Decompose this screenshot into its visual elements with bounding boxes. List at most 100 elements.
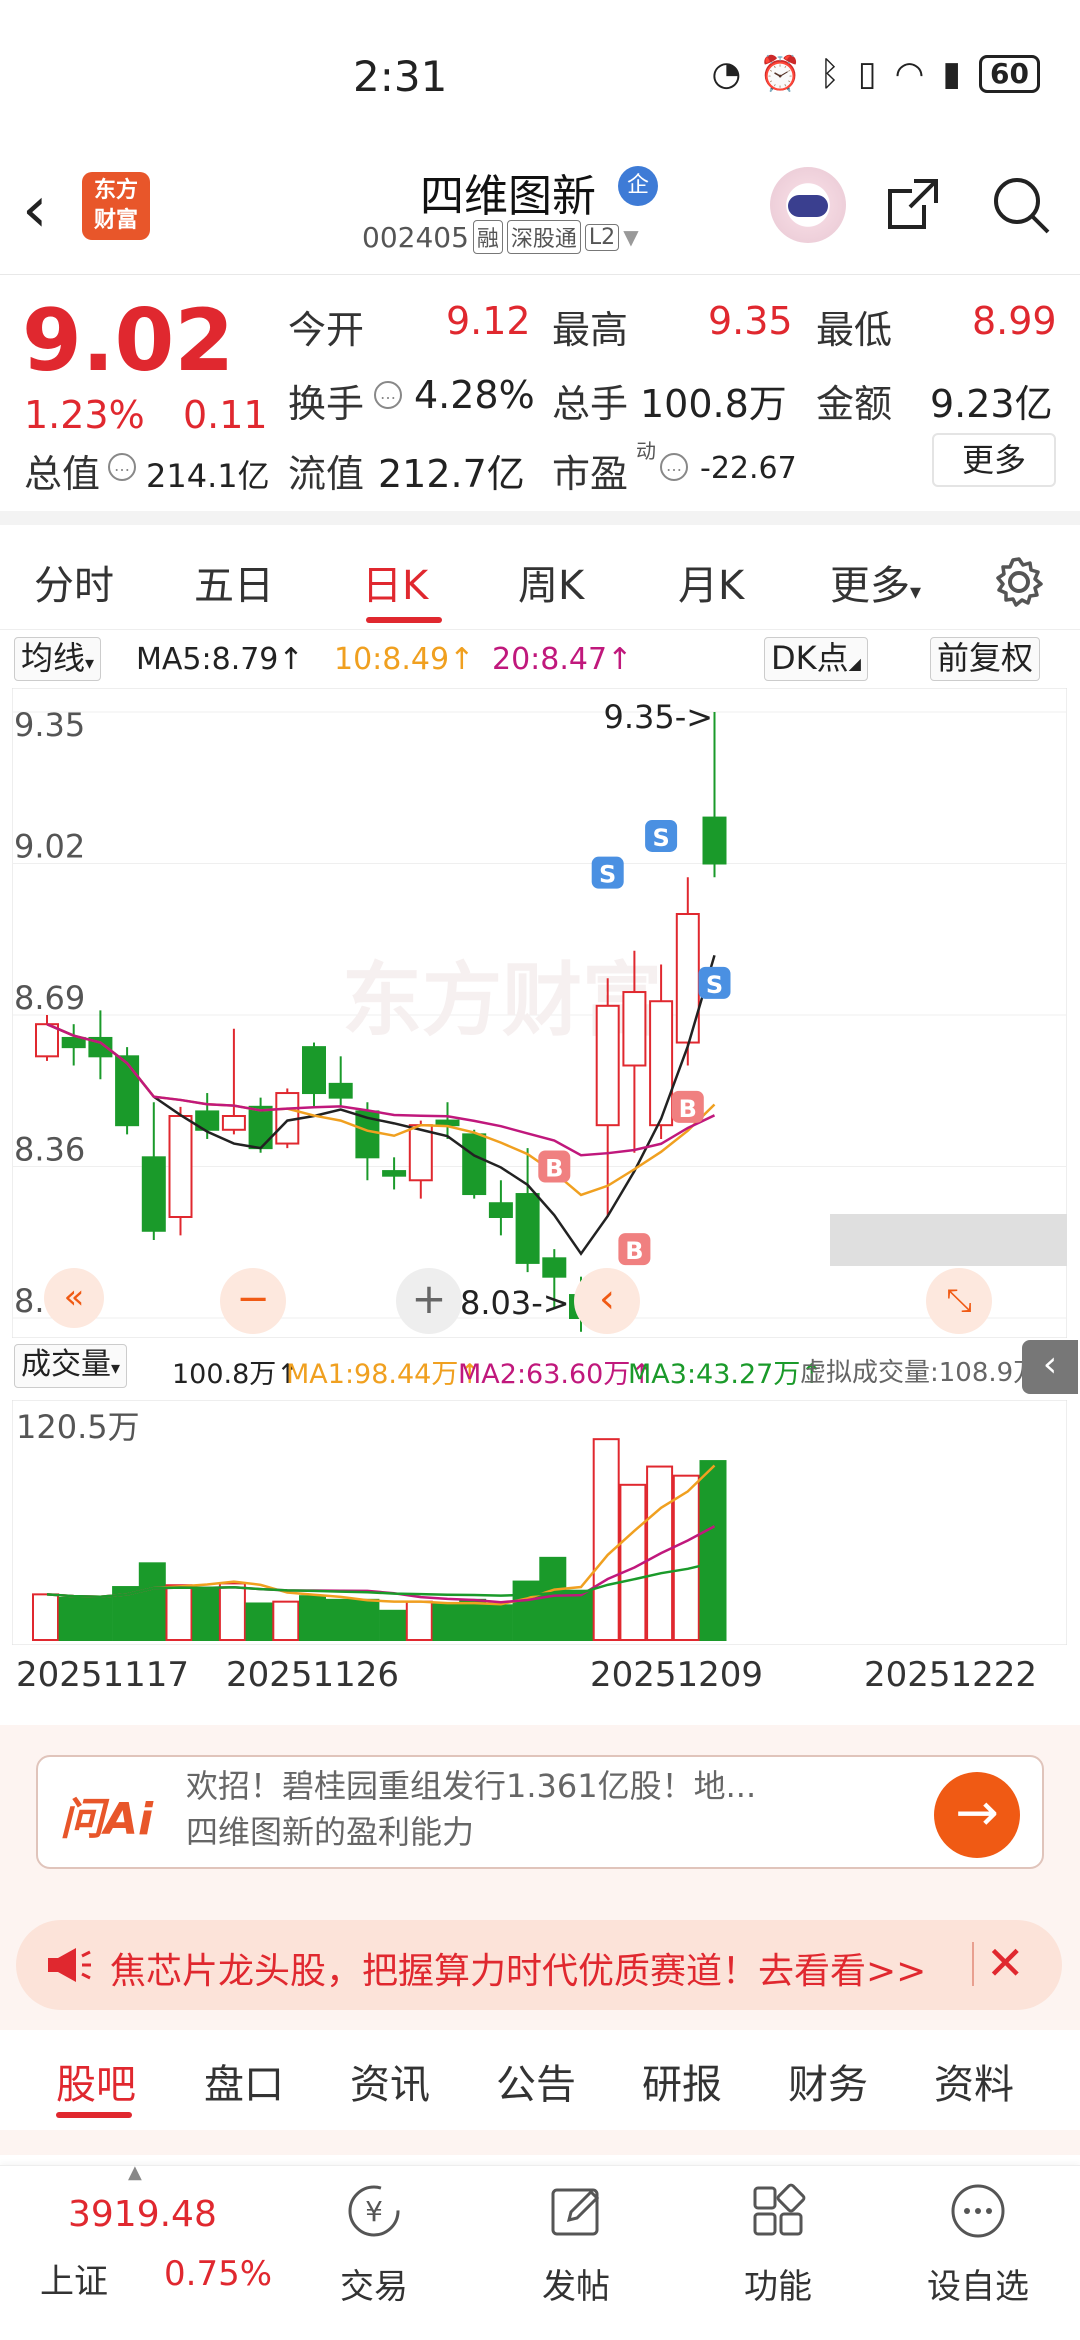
assistant-robot-icon[interactable] xyxy=(770,167,846,243)
float-value: 212.7亿 xyxy=(378,452,525,496)
ai-suggestions[interactable]: 欢招！碧桂园重组发行1.361亿股！地... 四维图新的盈利能力 xyxy=(186,1763,916,1859)
buy-badge-letter: B xyxy=(545,1155,563,1183)
volume-bar xyxy=(272,1600,300,1641)
collapse-icon[interactable]: ‹ xyxy=(1022,1340,1078,1394)
high-value: 9.35 xyxy=(708,299,793,343)
share-icon[interactable] xyxy=(884,175,942,233)
high-label: 最高 xyxy=(552,308,629,352)
volume-bar xyxy=(485,1604,513,1641)
volume-selector[interactable]: 成交量▾ xyxy=(14,1344,128,1388)
candle-body xyxy=(382,1170,407,1177)
kline-chart[interactable]: 东方财富 9.35->8.03->BBBSSS 9.359.028.698.36… xyxy=(12,688,1067,1338)
stock-header: ‹ 东方 财富 四维图新 企 002405 融 深股通 L2 ▼ xyxy=(0,150,1080,275)
tab-gonggao[interactable]: 公告 xyxy=(496,2052,576,2110)
trade-yen-icon: ¥ xyxy=(348,2185,400,2237)
dropdown-icon[interactable]: ▼ xyxy=(623,225,638,249)
candle-body xyxy=(141,1156,166,1232)
low-label: 最低 xyxy=(816,308,893,352)
tag-rong: 融 xyxy=(472,220,503,254)
pe-label: 市盈 xyxy=(552,452,629,496)
index-change[interactable]: 0.75% xyxy=(164,2254,272,2294)
tab-yanbao[interactable]: 研报 xyxy=(642,2052,722,2110)
tab-zixun[interactable]: 资讯 xyxy=(350,2052,430,2110)
tab-caiwu[interactable]: 财务 xyxy=(788,2052,868,2110)
info-icon[interactable]: … xyxy=(108,453,136,481)
float-value-label: 流值 xyxy=(288,452,365,496)
banner-text[interactable]: 焦芯片龙头股，把握算力时代优质赛道！去看看>> xyxy=(110,1942,970,1994)
low-value: 8.99 xyxy=(972,299,1057,343)
fullscreen-icon[interactable]: ⤡ xyxy=(926,1268,992,1334)
volume-bar xyxy=(459,1598,487,1642)
dk-point-button[interactable]: DK点◢ xyxy=(764,637,868,681)
y-tick-label: 8.36 xyxy=(14,1131,85,1169)
prev-icon[interactable]: ‹ xyxy=(574,1268,640,1334)
date-label-3: 20251209 xyxy=(590,1655,764,1695)
candle-body xyxy=(408,1124,433,1182)
status-time: 2:31 xyxy=(353,52,448,101)
nav-add-watchlist[interactable]: 设自选 xyxy=(918,2180,1038,2308)
info-icon[interactable]: … xyxy=(660,453,688,481)
status-bar: 2:31 ◔ ⏰ ᛒ ▯ ◠ ▮ 60 xyxy=(0,0,1080,150)
ma-indicator-bar: 均线▾ MA5:8.79↑ 10:8.49↑ 20:8.47↑ DK点◢ 前复权 xyxy=(0,630,1080,688)
zoom-in-icon[interactable]: + xyxy=(396,1268,462,1334)
tab-rik[interactable]: 日K xyxy=(362,553,428,611)
current-price: 9.02 xyxy=(22,291,235,391)
tab-guba[interactable]: 股吧 xyxy=(56,2052,136,2110)
back-icon[interactable]: ‹ xyxy=(22,173,48,247)
sell-badge-letter: S xyxy=(652,824,669,852)
candle-body xyxy=(595,1004,620,1127)
stock-name: 四维图新 xyxy=(420,171,596,222)
scroll-left-icon[interactable]: « xyxy=(44,1268,104,1328)
battery-alert-icon: ▮ xyxy=(942,54,962,94)
zoom-out-icon[interactable]: − xyxy=(220,1268,286,1334)
more-button[interactable]: 更多 xyxy=(932,433,1056,487)
total-value: 214.1亿 xyxy=(146,457,270,495)
status-icons: ◔ ⏰ ᛒ ▯ ◠ ▮ 60 xyxy=(712,54,1040,94)
close-icon[interactable]: ✕ xyxy=(986,1936,1025,1990)
nav-functions[interactable]: 功能 xyxy=(718,2180,838,2308)
candle-body xyxy=(462,1133,487,1196)
ma20-value: 20:8.47↑ xyxy=(492,642,633,677)
candle-body xyxy=(35,1023,59,1058)
volume-bar xyxy=(192,1587,220,1641)
volume-bar xyxy=(672,1474,700,1641)
change-percent: 1.23% xyxy=(24,393,145,437)
volume-bar xyxy=(405,1600,433,1641)
fuquan-button[interactable]: 前复权 xyxy=(930,637,1041,681)
turnover-value: 4.28% xyxy=(414,373,535,417)
ai-go-arrow-icon[interactable]: → xyxy=(934,1772,1020,1858)
tab-more[interactable]: 更多▾ xyxy=(830,553,921,611)
bluetooth-icon: ᛒ xyxy=(819,54,840,94)
candle-body xyxy=(61,1036,86,1049)
content-tab-underline xyxy=(56,2112,132,2118)
info-icon[interactable]: … xyxy=(374,381,402,409)
index-value[interactable]: 3919.48 xyxy=(68,2194,217,2235)
tab-fenshi[interactable]: 分时 xyxy=(34,553,114,611)
vol-ma2: MA2:63.60万↑ xyxy=(458,1359,653,1390)
bottom-nav: ▲ 3919.48 上证 0.75% ¥ 交易 发帖 功能 设自选 xyxy=(0,2162,1080,2340)
tab-pankou[interactable]: 盘口 xyxy=(204,2052,284,2110)
tab-zhouk[interactable]: 周K xyxy=(518,553,584,611)
volume-bar xyxy=(218,1582,246,1642)
tab-yuek[interactable]: 月K xyxy=(678,553,744,611)
tab-wuri[interactable]: 五日 xyxy=(194,553,274,611)
candle-body xyxy=(702,816,727,865)
search-icon[interactable] xyxy=(990,174,1052,236)
y-tick-label: 9.02 xyxy=(14,828,85,866)
y-tick-label: 8.69 xyxy=(14,979,85,1017)
settings-gear-icon[interactable] xyxy=(992,555,1046,609)
total-value-label: 总值 xyxy=(24,452,101,496)
app-logo: 东方 财富 xyxy=(82,172,150,240)
index-name[interactable]: 上证 xyxy=(40,2254,108,2303)
volume-bar xyxy=(299,1595,326,1641)
wifi-icon: ◠ xyxy=(894,54,925,94)
candle-body xyxy=(435,1119,460,1127)
candle-body xyxy=(168,1115,193,1218)
expand-up-icon[interactable]: ▲ xyxy=(128,2162,142,2183)
candle-body xyxy=(488,1202,513,1219)
volume-bar xyxy=(352,1598,380,1642)
ma-selector[interactable]: 均线▾ xyxy=(14,637,102,681)
nav-post[interactable]: 发帖 xyxy=(516,2180,636,2308)
tab-ziliao[interactable]: 资料 xyxy=(934,2052,1014,2110)
nav-trade[interactable]: ¥ 交易 xyxy=(314,2180,434,2308)
